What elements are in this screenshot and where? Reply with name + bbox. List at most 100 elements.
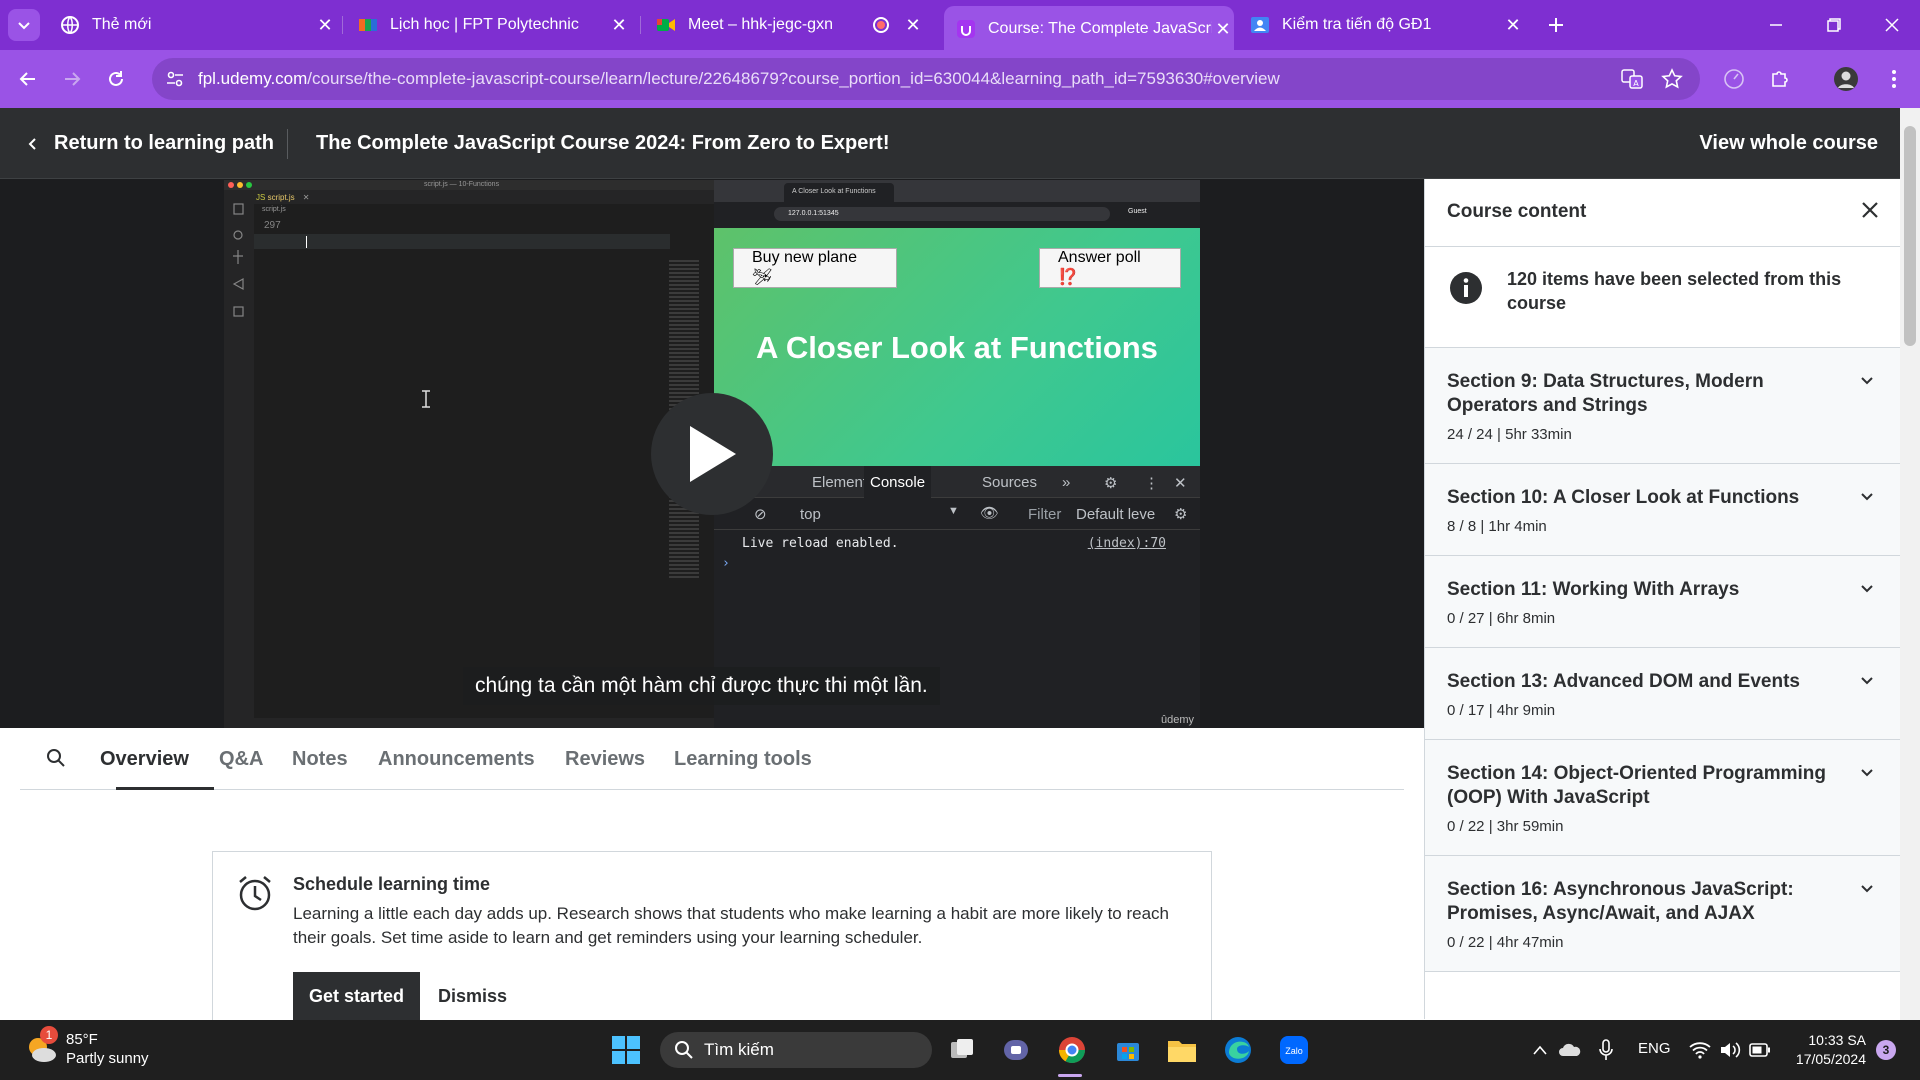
input-language[interactable]: ENG <box>1638 1040 1671 1057</box>
section-item[interactable]: Section 13: Advanced DOM and Events 0 / … <box>1425 648 1900 740</box>
devtools-tab-sources: Sources <box>982 474 1038 491</box>
tab-announcements[interactable]: Announcements <box>378 748 535 771</box>
weather-temp: 85°F <box>66 1031 98 1048</box>
line-number: 297 <box>264 220 281 231</box>
tab-notes[interactable]: Notes <box>292 748 348 771</box>
close-icon: ✕ <box>1174 475 1187 492</box>
arrow-left-icon <box>19 72 35 86</box>
editor-tab[interactable]: JS script.js ✕ <box>256 193 309 202</box>
browser-tab-udemy[interactable]: Course: The Complete JavaScrip ✕ <box>944 6 1234 50</box>
section-meta: 8 / 8 | 1hr 4min <box>1447 518 1547 535</box>
restore-button[interactable] <box>1818 9 1850 41</box>
address-bar[interactable]: fpl.udemy.com/course/the-complete-javasc… <box>152 58 1700 100</box>
notification-badge[interactable]: 3 <box>1876 1040 1896 1060</box>
back-button[interactable] <box>12 63 44 95</box>
reload-button[interactable] <box>100 63 132 95</box>
chevron-down-icon <box>1861 585 1873 593</box>
windows-icon <box>612 1036 640 1064</box>
browser-tab-meet[interactable]: Meet – hhk-jegc-gxn ✕ <box>656 8 924 42</box>
play-button[interactable] <box>651 393 773 515</box>
gear-icon: ⚙ <box>1104 475 1118 492</box>
taskbar-search[interactable]: Tìm kiếm <box>660 1032 932 1068</box>
buy-new-plane-button: Buy new plane 🛩 <box>733 248 897 288</box>
url-path: /course/the-complete-javascript-course/l… <box>307 69 1280 88</box>
weather-widget[interactable]: 1 85°F Partly sunny <box>24 1026 149 1068</box>
get-started-button[interactable]: Get started <box>293 972 421 1024</box>
section-item[interactable]: Section 11: Working With Arrays 0 / 27 |… <box>1425 556 1900 648</box>
ibeam-cursor-icon <box>422 390 430 408</box>
forward-button[interactable] <box>56 63 88 95</box>
chevron-down-icon: ▼ <box>948 505 959 517</box>
clock[interactable]: 10:33 SA 17/05/2024 <box>1780 1031 1866 1069</box>
battery-button[interactable] <box>1742 1032 1778 1068</box>
browser-tab-new[interactable]: Thẻ mới ✕ <box>60 8 336 42</box>
zalo-button[interactable]: Zalo <box>1276 1032 1312 1068</box>
tab-reviews[interactable]: Reviews <box>565 748 645 771</box>
speedometer-icon <box>1724 69 1744 89</box>
minimize-button[interactable] <box>1760 9 1792 41</box>
microphone-button[interactable] <box>1588 1032 1624 1068</box>
editor-tab-label: script.js <box>267 193 295 202</box>
chrome-button[interactable] <box>1054 1032 1090 1068</box>
meet-icon <box>657 19 675 31</box>
tab-learning-tools[interactable]: Learning tools <box>674 748 812 771</box>
scrollbar-thumb[interactable] <box>1904 126 1916 346</box>
onedrive-button[interactable] <box>1552 1032 1588 1068</box>
arrow-right-icon <box>65 72 81 86</box>
page-scrollbar[interactable] <box>1900 108 1920 1020</box>
globe-icon <box>61 16 79 34</box>
reload-icon <box>109 71 123 86</box>
browser-tab-schedule[interactable]: Lịch học | FPT Polytechnic ✕ <box>358 8 630 42</box>
translate-button[interactable]: A <box>1616 63 1648 95</box>
console-log-line: Live reload enabled. <box>742 536 899 551</box>
close-icon[interactable]: ✕ <box>608 15 630 36</box>
section-item[interactable]: Section 14: Object-Oriented Programming … <box>1425 740 1900 856</box>
close-icon[interactable]: ✕ <box>314 15 336 36</box>
section-item[interactable]: Section 16: Asynchronous JavaScript: Pro… <box>1425 856 1900 972</box>
section-meta: 24 / 24 | 5hr 33min <box>1447 426 1572 443</box>
edge-button[interactable] <box>1220 1032 1256 1068</box>
bookmark-button[interactable] <box>1656 63 1688 95</box>
tab-qa[interactable]: Q&A <box>219 748 263 771</box>
section-item[interactable]: Section 9: Data Structures, Modern Opera… <box>1425 348 1900 464</box>
browser-tab-progress[interactable]: Kiểm tra tiến độ GĐ1 ✕ <box>1250 8 1524 42</box>
speaker-icon <box>1721 1042 1741 1058</box>
new-tab-button[interactable] <box>1540 9 1572 41</box>
return-to-learning-path-link[interactable]: Return to learning path <box>26 132 274 155</box>
tab-search-button[interactable] <box>8 9 40 41</box>
section-title: Section 14: Object-Oriented Programming … <box>1447 763 1827 808</box>
task-view-button[interactable] <box>944 1032 980 1068</box>
weather-desc: Partly sunny <box>66 1050 149 1067</box>
extensions-button[interactable] <box>1764 63 1796 95</box>
start-button[interactable] <box>608 1032 644 1068</box>
kebab-menu-icon: ⋮ <box>1144 475 1159 492</box>
course-title: The Complete JavaScript Course 2024: Fro… <box>316 132 890 154</box>
browser-menu-button[interactable] <box>1878 63 1910 95</box>
close-icon[interactable]: ✕ <box>902 15 924 36</box>
close-icon[interactable]: ✕ <box>1212 19 1234 40</box>
window-close-button[interactable] <box>1876 9 1908 41</box>
kebab-menu-icon <box>1892 70 1896 88</box>
clock-date: 17/05/2024 <box>1795 1051 1866 1067</box>
clock-time: 10:33 SA <box>1808 1032 1866 1048</box>
file-explorer-button[interactable] <box>1164 1032 1200 1068</box>
teams-button[interactable] <box>998 1032 1034 1068</box>
header-divider <box>287 129 288 159</box>
chevron-down-icon <box>1861 885 1873 893</box>
gear-icon: ⚙ <box>1174 506 1188 523</box>
close-icon[interactable]: ✕ <box>1502 15 1524 36</box>
search-icon[interactable] <box>46 748 66 768</box>
profile-avatar[interactable] <box>1830 63 1862 95</box>
close-icon[interactable] <box>1860 200 1880 220</box>
browser-toolbar: fpl.udemy.com/course/the-complete-javasc… <box>0 50 1920 108</box>
minimize-icon <box>1770 24 1782 26</box>
course-header: Return to learning path The Complete Jav… <box>0 108 1900 179</box>
view-whole-course-link[interactable]: View whole course <box>1699 132 1878 155</box>
store-icon <box>1117 1043 1139 1061</box>
tab-title: Meet – hhk-jegc-gxn <box>688 16 833 33</box>
dismiss-button[interactable]: Dismiss <box>438 986 507 1007</box>
store-button[interactable] <box>1110 1032 1146 1068</box>
tab-overview[interactable]: Overview <box>100 748 189 771</box>
section-item[interactable]: Section 10: A Closer Look at Functions 8… <box>1425 464 1900 556</box>
performance-button[interactable] <box>1718 63 1750 95</box>
